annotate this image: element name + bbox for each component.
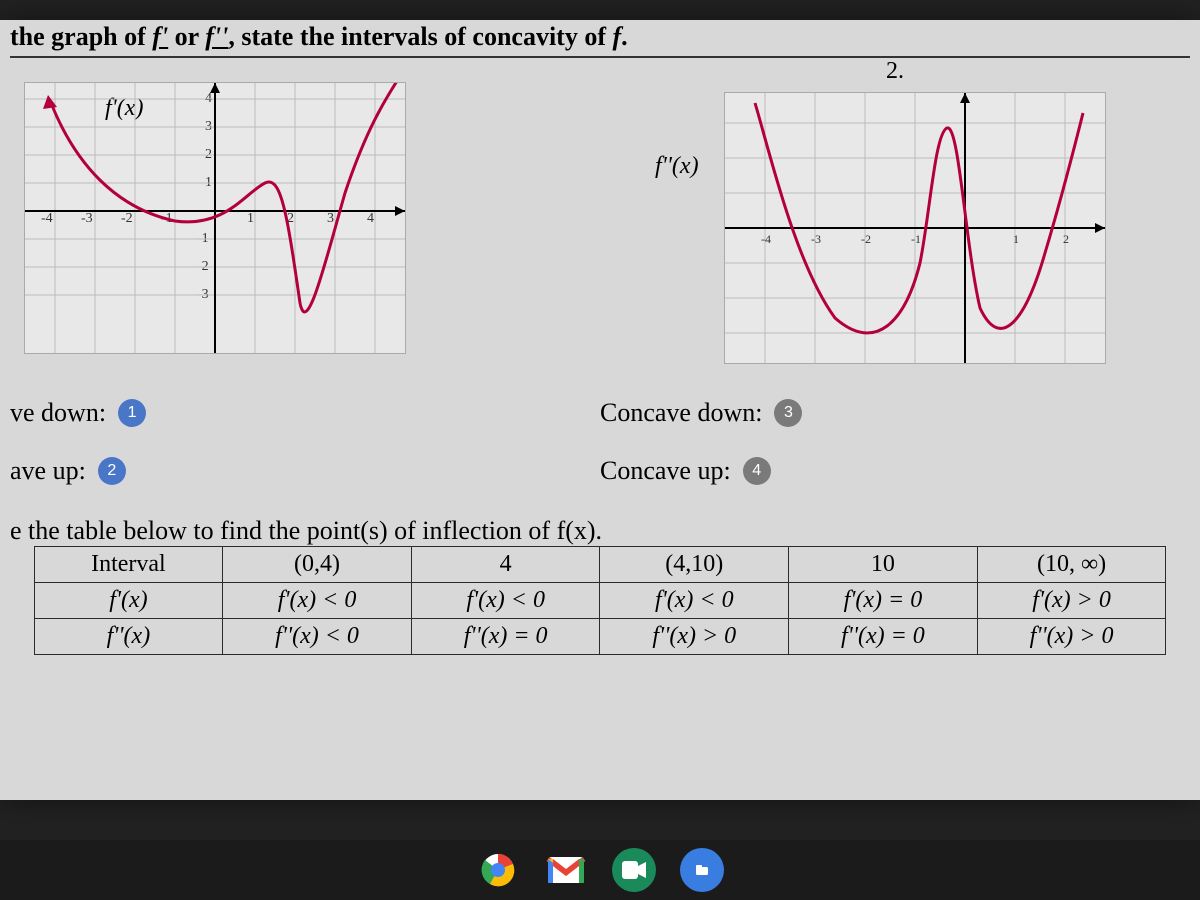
answer-badge-1[interactable]: 1 (118, 399, 146, 427)
graphs-row: f'(x) 4 3 2 1 -1 -2 -3 -4 -3 -2 -1 1 2 (10, 58, 1190, 378)
table-cell: f''(x) > 0 (600, 619, 789, 655)
table-cell: f'(x) < 0 (600, 583, 789, 619)
meet-icon[interactable] (612, 848, 656, 892)
graph-right: f''(x) (724, 92, 1106, 364)
title-suffix: , state the intervals of concavity of (228, 22, 612, 51)
table-cell: f'(x) < 0 (223, 583, 412, 619)
files-icon[interactable] (680, 848, 724, 892)
title-f2: f'' (205, 22, 228, 51)
title-prefix: the graph of (10, 22, 152, 51)
table-cell: 4 (411, 547, 600, 583)
title-f1: f' (152, 22, 168, 51)
answers-left: ve down: 1 ave up: 2 (10, 398, 600, 486)
concave-down-right: Concave down: 3 (600, 398, 1190, 428)
graph-left-col: f'(x) 4 3 2 1 -1 -2 -3 -4 -3 -2 -1 1 2 (10, 58, 600, 378)
table-row: Interval (0,4) 4 (4,10) 10 (10, ∞) (34, 547, 1166, 583)
table-cell: Interval (34, 547, 223, 583)
table-cell: 10 (789, 547, 978, 583)
gmail-icon[interactable] (544, 848, 588, 892)
svg-text:-1: -1 (911, 232, 921, 246)
svg-text:2: 2 (1063, 232, 1069, 246)
concave-up-label: ave up: (10, 456, 86, 486)
answer-badge-2[interactable]: 2 (98, 457, 126, 485)
graph-right-axis-label: f''(x) (655, 153, 699, 180)
answers-row: ve down: 1 ave up: 2 Concave down: 3 Con… (10, 398, 1190, 486)
title-end: . (621, 22, 628, 51)
table-row: f''(x) f''(x) < 0 f''(x) = 0 f''(x) > 0 … (34, 619, 1166, 655)
graph-right-plot: -4 -3 -2 -1 1 2 (725, 93, 1105, 363)
table-cell: f'(x) = 0 (789, 583, 978, 619)
table-cell: f''(x) = 0 (411, 619, 600, 655)
table-cell: (4,10) (600, 547, 789, 583)
table-cell: (10, ∞) (977, 547, 1166, 583)
svg-text:-2: -2 (861, 232, 871, 246)
concave-up-left: ave up: 2 (10, 456, 600, 486)
title-mid: or (168, 22, 205, 51)
concave-up-label: Concave up: (600, 456, 731, 486)
table-cell: f'(x) > 0 (977, 583, 1166, 619)
graph-left-plot (25, 83, 405, 353)
problem-number: 2. (886, 58, 904, 85)
table-cell: f''(x) (34, 619, 223, 655)
screen: the graph of f' or f'', state the interv… (0, 20, 1200, 800)
concave-down-label: ve down: (10, 398, 106, 428)
answer-badge-4[interactable]: 4 (743, 457, 771, 485)
graph-left: f'(x) 4 3 2 1 -1 -2 -3 -4 -3 -2 -1 1 2 (24, 82, 406, 354)
chrome-icon[interactable] (476, 848, 520, 892)
graph-right-col: 2. f''(x) (600, 58, 1190, 378)
answer-badge-3[interactable]: 3 (774, 399, 802, 427)
concave-down-left: ve down: 1 (10, 398, 600, 428)
answers-right: Concave down: 3 Concave up: 4 (600, 398, 1190, 486)
concave-down-label: Concave down: (600, 398, 762, 428)
svg-text:-3: -3 (811, 232, 821, 246)
table-cell: f''(x) = 0 (789, 619, 978, 655)
page-content: the graph of f' or f'', state the interv… (0, 20, 1200, 655)
table-intro: e the table below to find the point(s) o… (10, 516, 1190, 546)
svg-text:-4: -4 (761, 232, 771, 246)
page-title: the graph of f' or f'', state the interv… (10, 20, 1190, 58)
table-cell: (0,4) (223, 547, 412, 583)
table-cell: f''(x) > 0 (977, 619, 1166, 655)
table-cell: f''(x) < 0 (223, 619, 412, 655)
svg-text:1: 1 (1013, 232, 1019, 246)
table-row: f'(x) f'(x) < 0 f'(x) < 0 f'(x) < 0 f'(x… (34, 583, 1166, 619)
taskbar (0, 840, 1200, 900)
table-cell: f'(x) < 0 (411, 583, 600, 619)
title-f: f (613, 22, 622, 51)
inflection-table: Interval (0,4) 4 (4,10) 10 (10, ∞) f'(x)… (34, 546, 1167, 655)
table-cell: f'(x) (34, 583, 223, 619)
concave-up-right: Concave up: 4 (600, 456, 1190, 486)
